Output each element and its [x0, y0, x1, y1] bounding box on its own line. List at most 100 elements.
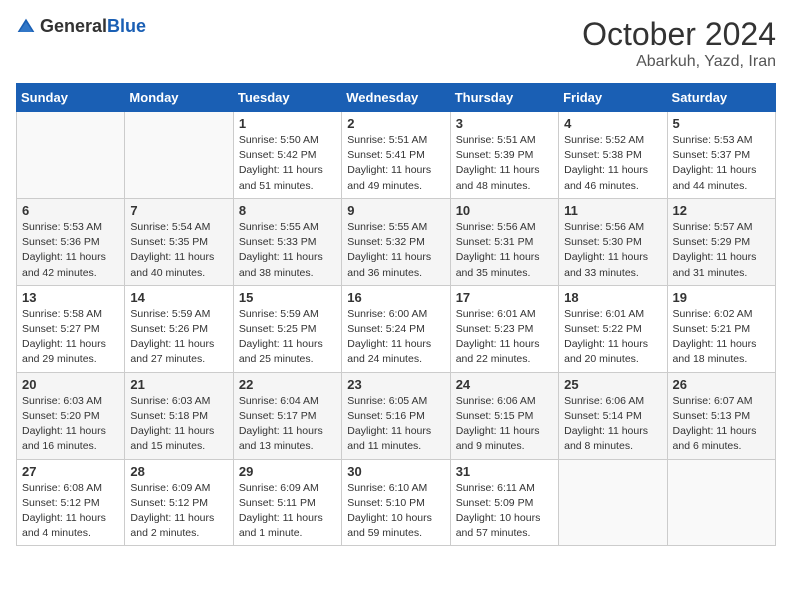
- cell-day-number: 24: [456, 377, 553, 392]
- calendar-cell: 4 Sunrise: 5:52 AM Sunset: 5:38 PM Daylig…: [559, 112, 667, 199]
- cell-info-text: Sunrise: 6:04 AM Sunset: 5:17 PM Dayligh…: [239, 394, 336, 455]
- cell-day-number: 22: [239, 377, 336, 392]
- cell-info-text: Sunrise: 5:51 AM Sunset: 5:39 PM Dayligh…: [456, 133, 553, 194]
- cell-day-number: 14: [130, 290, 227, 305]
- calendar-cell: 20 Sunrise: 6:03 AM Sunset: 5:20 PM Dayli…: [17, 372, 125, 459]
- cell-day-number: 2: [347, 116, 444, 131]
- calendar-cell: 29 Sunrise: 6:09 AM Sunset: 5:11 PM Dayli…: [233, 459, 341, 546]
- cell-info-text: Sunrise: 5:58 AM Sunset: 5:27 PM Dayligh…: [22, 307, 119, 368]
- calendar-cell: 11 Sunrise: 5:56 AM Sunset: 5:30 PM Dayli…: [559, 198, 667, 285]
- cell-day-number: 8: [239, 203, 336, 218]
- cell-day-number: 21: [130, 377, 227, 392]
- calendar-week-row: 1 Sunrise: 5:50 AM Sunset: 5:42 PM Daylig…: [17, 112, 776, 199]
- header-day-monday: Monday: [125, 84, 233, 112]
- calendar-cell: 26 Sunrise: 6:07 AM Sunset: 5:13 PM Dayli…: [667, 372, 775, 459]
- calendar-cell: 24 Sunrise: 6:06 AM Sunset: 5:15 PM Dayli…: [450, 372, 558, 459]
- calendar-cell: 2 Sunrise: 5:51 AM Sunset: 5:41 PM Daylig…: [342, 112, 450, 199]
- calendar-cell: 22 Sunrise: 6:04 AM Sunset: 5:17 PM Dayli…: [233, 372, 341, 459]
- cell-info-text: Sunrise: 5:53 AM Sunset: 5:36 PM Dayligh…: [22, 220, 119, 281]
- cell-day-number: 27: [22, 464, 119, 479]
- cell-day-number: 25: [564, 377, 661, 392]
- header-day-sunday: Sunday: [17, 84, 125, 112]
- calendar-cell: 8Sunrise: 5:55 AM Sunset: 5:33 PM Daylig…: [233, 198, 341, 285]
- cell-info-text: Sunrise: 5:53 AM Sunset: 5:37 PM Dayligh…: [673, 133, 770, 194]
- cell-day-number: 31: [456, 464, 553, 479]
- calendar-cell: 27 Sunrise: 6:08 AM Sunset: 5:12 PM Dayli…: [17, 459, 125, 546]
- cell-info-text: Sunrise: 6:00 AM Sunset: 5:24 PM Dayligh…: [347, 307, 444, 368]
- cell-info-text: Sunrise: 5:57 AM Sunset: 5:29 PM Dayligh…: [673, 220, 770, 281]
- calendar-header-row: SundayMondayTuesdayWednesdayThursdayFrid…: [17, 84, 776, 112]
- cell-day-number: 16: [347, 290, 444, 305]
- calendar-cell: 23 Sunrise: 6:05 AM Sunset: 5:16 PM Dayli…: [342, 372, 450, 459]
- cell-day-number: 30: [347, 464, 444, 479]
- cell-info-text: Sunrise: 6:09 AM Sunset: 5:11 PM Dayligh…: [239, 481, 336, 542]
- calendar-cell: [559, 459, 667, 546]
- cell-day-number: 13: [22, 290, 119, 305]
- title-block: October 2024 Abarkuh, Yazd, Iran: [582, 16, 776, 71]
- header-day-saturday: Saturday: [667, 84, 775, 112]
- cell-info-text: Sunrise: 6:01 AM Sunset: 5:23 PM Dayligh…: [456, 307, 553, 368]
- calendar-week-row: 13 Sunrise: 5:58 AM Sunset: 5:27 PM Dayli…: [17, 285, 776, 372]
- cell-day-number: 29: [239, 464, 336, 479]
- cell-info-text: Sunrise: 6:06 AM Sunset: 5:14 PM Dayligh…: [564, 394, 661, 455]
- cell-info-text: Sunrise: 5:56 AM Sunset: 5:31 PM Dayligh…: [456, 220, 553, 281]
- cell-info-text: Sunrise: 5:59 AM Sunset: 5:26 PM Dayligh…: [130, 307, 227, 368]
- cell-info-text: Sunrise: 6:07 AM Sunset: 5:13 PM Dayligh…: [673, 394, 770, 455]
- cell-day-number: 20: [22, 377, 119, 392]
- cell-info-text: Sunrise: 6:02 AM Sunset: 5:21 PM Dayligh…: [673, 307, 770, 368]
- cell-day-number: 1: [239, 116, 336, 131]
- cell-day-number: 9: [347, 203, 444, 218]
- cell-info-text: Sunrise: 5:50 AM Sunset: 5:42 PM Dayligh…: [239, 133, 336, 194]
- cell-info-text: Sunrise: 6:01 AM Sunset: 5:22 PM Dayligh…: [564, 307, 661, 368]
- page-header: GeneralBlue October 2024 Abarkuh, Yazd, …: [16, 16, 776, 71]
- cell-info-text: Sunrise: 5:51 AM Sunset: 5:41 PM Dayligh…: [347, 133, 444, 194]
- cell-info-text: Sunrise: 6:11 AM Sunset: 5:09 PM Dayligh…: [456, 481, 553, 542]
- header-day-thursday: Thursday: [450, 84, 558, 112]
- calendar-cell: [667, 459, 775, 546]
- logo-text-general: General: [40, 16, 107, 36]
- calendar-cell: 17 Sunrise: 6:01 AM Sunset: 5:23 PM Dayli…: [450, 285, 558, 372]
- calendar-cell: 3 Sunrise: 5:51 AM Sunset: 5:39 PM Daylig…: [450, 112, 558, 199]
- calendar-cell: 19Sunrise: 6:02 AM Sunset: 5:21 PM Dayli…: [667, 285, 775, 372]
- cell-info-text: Sunrise: 6:06 AM Sunset: 5:15 PM Dayligh…: [456, 394, 553, 455]
- cell-info-text: Sunrise: 6:03 AM Sunset: 5:20 PM Dayligh…: [22, 394, 119, 455]
- cell-info-text: Sunrise: 6:05 AM Sunset: 5:16 PM Dayligh…: [347, 394, 444, 455]
- cell-day-number: 23: [347, 377, 444, 392]
- cell-info-text: Sunrise: 6:08 AM Sunset: 5:12 PM Dayligh…: [22, 481, 119, 542]
- cell-info-text: Sunrise: 5:52 AM Sunset: 5:38 PM Dayligh…: [564, 133, 661, 194]
- cell-day-number: 3: [456, 116, 553, 131]
- logo-text-blue: Blue: [107, 16, 146, 36]
- calendar-cell: 18 Sunrise: 6:01 AM Sunset: 5:22 PM Dayli…: [559, 285, 667, 372]
- calendar-cell: 6 Sunrise: 5:53 AM Sunset: 5:36 PM Daylig…: [17, 198, 125, 285]
- calendar-cell: 28Sunrise: 6:09 AM Sunset: 5:12 PM Dayli…: [125, 459, 233, 546]
- calendar-cell: 13 Sunrise: 5:58 AM Sunset: 5:27 PM Dayli…: [17, 285, 125, 372]
- cell-day-number: 26: [673, 377, 770, 392]
- header-day-friday: Friday: [559, 84, 667, 112]
- calendar-cell: 7 Sunrise: 5:54 AM Sunset: 5:35 PM Daylig…: [125, 198, 233, 285]
- calendar-cell: 21Sunrise: 6:03 AM Sunset: 5:18 PM Dayli…: [125, 372, 233, 459]
- cell-day-number: 7: [130, 203, 227, 218]
- logo-icon: [16, 17, 36, 37]
- calendar-cell: [17, 112, 125, 199]
- cell-day-number: 10: [456, 203, 553, 218]
- calendar-cell: 31 Sunrise: 6:11 AM Sunset: 5:09 PM Dayli…: [450, 459, 558, 546]
- calendar-cell: 15Sunrise: 5:59 AM Sunset: 5:25 PM Dayli…: [233, 285, 341, 372]
- cell-day-number: 6: [22, 203, 119, 218]
- logo: GeneralBlue: [16, 16, 146, 37]
- cell-info-text: Sunrise: 5:59 AM Sunset: 5:25 PM Dayligh…: [239, 307, 336, 368]
- cell-day-number: 17: [456, 290, 553, 305]
- calendar-title: October 2024: [582, 16, 776, 53]
- cell-day-number: 11: [564, 203, 661, 218]
- cell-info-text: Sunrise: 6:10 AM Sunset: 5:10 PM Dayligh…: [347, 481, 444, 542]
- calendar-cell: 30 Sunrise: 6:10 AM Sunset: 5:10 PM Dayli…: [342, 459, 450, 546]
- cell-info-text: Sunrise: 5:56 AM Sunset: 5:30 PM Dayligh…: [564, 220, 661, 281]
- cell-day-number: 18: [564, 290, 661, 305]
- calendar-week-row: 6 Sunrise: 5:53 AM Sunset: 5:36 PM Daylig…: [17, 198, 776, 285]
- calendar-week-row: 20 Sunrise: 6:03 AM Sunset: 5:20 PM Dayli…: [17, 372, 776, 459]
- calendar-cell: [125, 112, 233, 199]
- cell-day-number: 5: [673, 116, 770, 131]
- cell-info-text: Sunrise: 5:54 AM Sunset: 5:35 PM Dayligh…: [130, 220, 227, 281]
- cell-day-number: 12: [673, 203, 770, 218]
- calendar-cell: 5 Sunrise: 5:53 AM Sunset: 5:37 PM Daylig…: [667, 112, 775, 199]
- cell-day-number: 4: [564, 116, 661, 131]
